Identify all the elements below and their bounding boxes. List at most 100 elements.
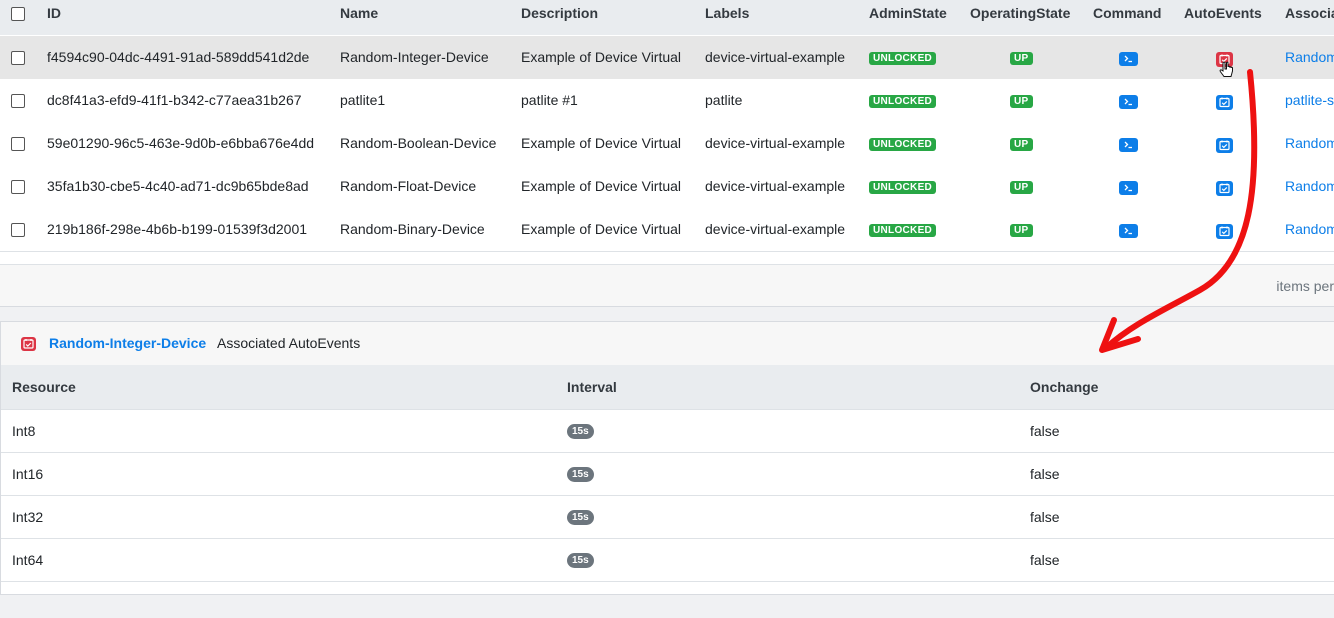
row-checkbox[interactable]: [11, 94, 25, 108]
device-description: Example of Device Virtual: [521, 221, 682, 237]
autoevent-resource: Int16: [12, 466, 44, 482]
associated-link[interactable]: patlite-s: [1285, 92, 1334, 108]
row-checkbox[interactable]: [11, 223, 25, 237]
column-header-id[interactable]: ID: [47, 5, 61, 21]
row-checkbox[interactable]: [11, 51, 25, 65]
terminal-icon: [1124, 141, 1132, 149]
device-id: f4594c90-04dc-4491-91ad-589dd541d2de: [47, 49, 310, 65]
hand-pointer-icon: [1219, 61, 1233, 77]
autoevent-row: Int32 15s false: [1, 496, 1334, 539]
items-per-page-label: items per: [1276, 278, 1334, 294]
device-id: dc8f41a3-efd9-41f1-b342-c77aea31b267: [47, 92, 302, 108]
device-description: Example of Device Virtual: [521, 178, 682, 194]
table-row[interactable]: f4594c90-04dc-4491-91ad-589dd541d2de Rand…: [0, 36, 1334, 80]
table-footer: items per: [0, 264, 1334, 306]
table-row[interactable]: 219b186f-298e-4b6b-b199-01539f3d2001 Rand…: [0, 208, 1334, 252]
admin-state-badge: UNLOCKED: [869, 224, 937, 237]
column-header-description[interactable]: Description: [521, 5, 598, 21]
autoevent-resource: Int32: [12, 509, 44, 525]
device-description: patlite #1: [521, 92, 578, 108]
calendar-check-icon: [1219, 140, 1230, 151]
device-id: 59e01290-96c5-463e-9d0b-e6bba676e4dd: [47, 135, 315, 151]
column-header-autoevents[interactable]: AutoEvents: [1184, 5, 1262, 21]
terminal-icon: [1124, 184, 1132, 192]
autoevents-device-link[interactable]: Random-Integer-Device: [49, 335, 206, 351]
device-name: Random-Binary-Device: [340, 221, 485, 237]
calendar-check-icon: [1219, 97, 1230, 108]
command-button[interactable]: [1119, 224, 1138, 238]
device-labels: device-virtual-example: [705, 135, 846, 151]
column-header-resource: Resource: [12, 379, 76, 395]
autoevent-row: Int16 15s false: [1, 453, 1334, 496]
autoevent-resource: Int8: [12, 423, 36, 439]
operating-state-badge: UP: [1010, 224, 1033, 237]
table-row[interactable]: 35fa1b30-cbe5-4c40-ad71-dc9b65bde8ad Rand…: [0, 165, 1334, 209]
autoevents-button[interactable]: [1216, 138, 1233, 153]
autoevent-interval-badge: 15s: [567, 510, 594, 525]
autoevents-button[interactable]: [1216, 95, 1233, 110]
terminal-icon: [1124, 98, 1132, 106]
operating-state-badge: UP: [1010, 181, 1033, 194]
admin-state-badge: UNLOCKED: [869, 52, 937, 65]
associated-link[interactable]: Random: [1285, 135, 1334, 151]
autoevents-panel-header: Random-Integer-Device Associated AutoEve…: [1, 322, 1334, 366]
device-labels: patlite: [705, 92, 743, 108]
autoevent-onchange: false: [1030, 509, 1060, 525]
autoevent-onchange: false: [1030, 466, 1060, 482]
device-description: Example of Device Virtual: [521, 49, 682, 65]
autoevent-interval-badge: 15s: [567, 467, 594, 482]
autoevent-resource: Int64: [12, 552, 44, 568]
column-header-name[interactable]: Name: [340, 5, 378, 21]
devices-table-header: ID Name Description Labels AdminState Op…: [0, 0, 1334, 35]
associated-link[interactable]: Random: [1285, 221, 1334, 237]
autoevent-interval-badge: 15s: [567, 553, 594, 568]
row-checkbox[interactable]: [11, 180, 25, 194]
column-header-interval: Interval: [567, 379, 617, 395]
autoevents-button[interactable]: [1216, 181, 1233, 196]
device-labels: device-virtual-example: [705, 178, 846, 194]
associated-link[interactable]: Random: [1285, 178, 1334, 194]
column-header-onchange: Onchange: [1030, 379, 1099, 395]
terminal-icon: [1124, 227, 1132, 235]
calendar-check-icon: [1219, 183, 1230, 194]
admin-state-badge: UNLOCKED: [869, 138, 937, 151]
command-button[interactable]: [1119, 181, 1138, 195]
associated-link[interactable]: Random: [1285, 49, 1334, 65]
admin-state-badge: UNLOCKED: [869, 181, 937, 194]
terminal-icon: [1124, 55, 1132, 63]
autoevents-panel: Random-Integer-Device Associated AutoEve…: [0, 321, 1334, 595]
devices-table: ID Name Description Labels AdminState Op…: [0, 0, 1334, 307]
autoevent-onchange: false: [1030, 423, 1060, 439]
autoevent-row: Int8 15s false: [1, 410, 1334, 453]
table-row[interactable]: 59e01290-96c5-463e-9d0b-e6bba676e4dd Rand…: [0, 122, 1334, 166]
device-labels: device-virtual-example: [705, 221, 846, 237]
device-id: 35fa1b30-cbe5-4c40-ad71-dc9b65bde8ad: [47, 178, 309, 194]
autoevent-row: Int64 15s false: [1, 539, 1334, 582]
autoevent-interval-badge: 15s: [567, 424, 594, 439]
column-header-operatingstate[interactable]: OperatingState: [970, 5, 1070, 21]
device-labels: device-virtual-example: [705, 49, 846, 65]
table-row[interactable]: dc8f41a3-efd9-41f1-b342-c77aea31b267 patl…: [0, 79, 1334, 123]
column-header-labels[interactable]: Labels: [705, 5, 749, 21]
calendar-check-icon: [1219, 226, 1230, 237]
row-checkbox[interactable]: [11, 137, 25, 151]
autoevents-button[interactable]: [1216, 224, 1233, 239]
calendar-check-icon: [21, 337, 36, 351]
column-header-associated[interactable]: Associa: [1285, 5, 1334, 21]
autoevent-onchange: false: [1030, 552, 1060, 568]
column-header-adminstate[interactable]: AdminState: [869, 5, 947, 21]
command-button[interactable]: [1119, 52, 1138, 66]
select-all-checkbox[interactable]: [11, 7, 25, 21]
autoevents-panel-title: Associated AutoEvents: [217, 335, 361, 351]
admin-state-badge: UNLOCKED: [869, 95, 937, 108]
device-id: 219b186f-298e-4b6b-b199-01539f3d2001: [47, 221, 308, 237]
operating-state-badge: UP: [1010, 95, 1033, 108]
device-name: Random-Boolean-Device: [340, 135, 497, 151]
device-description: Example of Device Virtual: [521, 135, 682, 151]
command-button[interactable]: [1119, 95, 1138, 109]
device-name: Random-Integer-Device: [340, 49, 489, 65]
device-name: patlite1: [340, 92, 386, 108]
autoevents-table-header: Resource Interval Onchange: [1, 365, 1334, 410]
command-button[interactable]: [1119, 138, 1138, 152]
column-header-command[interactable]: Command: [1093, 5, 1161, 21]
